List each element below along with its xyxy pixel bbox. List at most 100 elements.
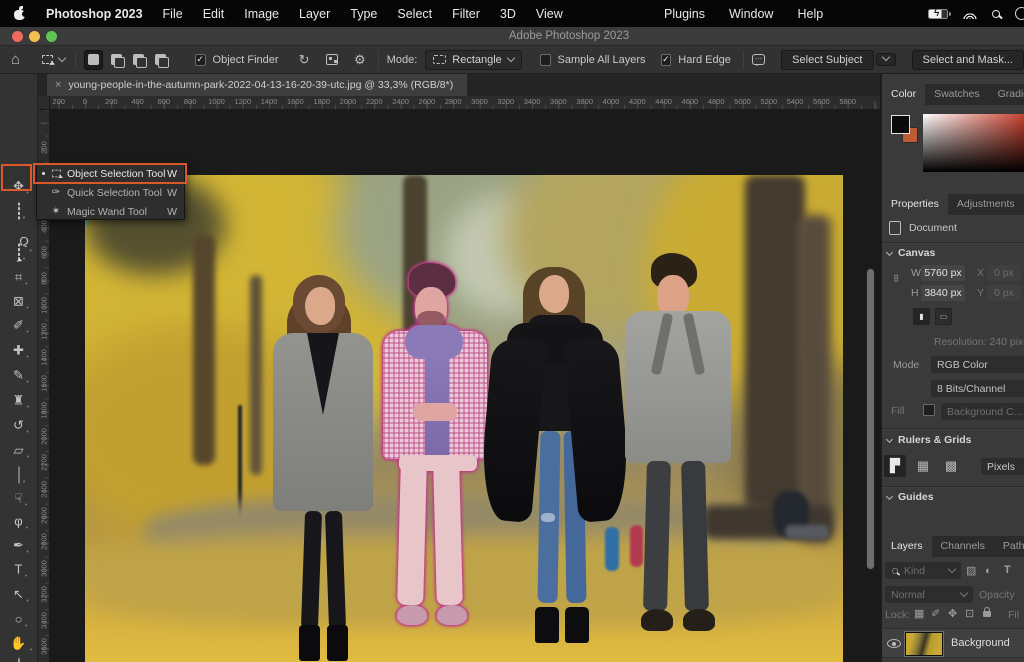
move-tool[interactable]: ✥ [13,180,24,193]
color-picker-field[interactable] [923,114,1024,172]
layer-row-background[interactable]: Background [882,628,1024,658]
lock-paint-icon[interactable]: ✐ [931,609,940,620]
link-dimensions-icon[interactable]: ∞ [890,274,902,282]
menu-item-edit[interactable]: Edit [203,7,225,21]
x-field[interactable]: 0 px [987,265,1021,281]
tab-swatches[interactable]: Swatches [925,84,989,105]
tab-layers[interactable]: Layers [882,536,932,557]
select-subject-button[interactable]: Select Subject [781,50,873,70]
menu-item-file[interactable]: File [163,7,183,21]
lock-transparency-icon[interactable]: ▦ [914,609,924,620]
lock-artboard-icon[interactable]: ⊡ [965,609,974,620]
layer-filter-kind-dropdown[interactable]: Kind [885,562,961,579]
intersect-selection-mode-button[interactable] [151,50,170,70]
feedback-icon[interactable]: ⋯ [752,54,765,65]
path-selection-tool[interactable]: ↖ [13,588,24,601]
layer-thumbnail[interactable] [905,632,943,656]
select-subject-dropdown-button[interactable] [876,53,896,66]
eraser-tool[interactable]: ▱ [14,444,24,457]
document-tab[interactable]: × young-people-in-the-autumn-park-2022-0… [47,74,467,96]
width-field[interactable]: 5760 px [921,265,965,281]
menu-item-select[interactable]: Select [397,7,432,21]
wifi-icon[interactable] [963,9,977,19]
minimize-window-button[interactable] [29,31,40,42]
canvas-section-header[interactable]: Canvas [887,247,935,259]
y-field[interactable]: 0 px [987,285,1021,301]
smudge-tool[interactable]: ☟ [15,492,23,505]
rulers-grids-section-header[interactable]: Rulers & Grids [887,434,972,446]
tab-color[interactable]: Color [882,84,925,105]
gear-icon[interactable]: ⚙ [354,53,366,66]
close-tab-icon[interactable]: × [55,79,61,91]
menu-item-view[interactable]: View [536,7,563,21]
object-finder-checkbox[interactable]: ✓ [195,54,206,66]
object-selection-tool[interactable]: ➤ [18,246,20,259]
flyout-item-magic-wand-tool[interactable]: ✶Magic Wand ToolW [37,202,184,221]
menu-item-window[interactable]: Window [729,7,773,21]
foreground-color-swatch[interactable] [891,115,910,134]
fill-dropdown[interactable]: Background C... [941,403,1024,420]
menu-item-type[interactable]: Type [350,7,377,21]
eyedropper-tool[interactable]: ✐ [13,319,24,332]
filter-type-layers-icon[interactable]: T [1004,565,1011,576]
battery-charging-icon[interactable]: ϟ [928,9,948,19]
current-tool-preview[interactable]: ➤ [42,55,65,64]
home-icon[interactable]: ⌂ [11,52,20,67]
filter-image-layers-icon[interactable]: ▨ [966,566,976,577]
rectangular-marquee-tool[interactable] [18,205,20,218]
control-center-icon[interactable] [1015,7,1024,20]
refresh-icon[interactable]: ↻ [299,53,310,66]
toggle-rulers-button[interactable]: ▛ [884,455,906,477]
frame-tool[interactable]: ⊠ [13,295,24,308]
ruler-units-dropdown[interactable]: Pixels [981,458,1024,475]
type-tool[interactable]: T [15,563,23,576]
menu-item-plugins[interactable]: Plugins [664,7,705,21]
menu-item-filter[interactable]: Filter [452,7,480,21]
tab-channels[interactable]: Channels [932,536,994,557]
apple-logo-icon[interactable] [14,7,26,21]
blend-mode-dropdown[interactable]: Normal [885,586,973,603]
tab-paths[interactable]: Paths [994,536,1024,557]
sample-all-layers-checkbox[interactable]: ✓ [540,54,551,66]
subtract-from-selection-mode-button[interactable] [129,50,148,70]
brush-tool[interactable]: ✎ [13,369,24,382]
hard-edge-checkbox[interactable]: ✓ [661,54,672,66]
lock-position-icon[interactable]: ✥ [948,609,957,620]
menu-app-name[interactable]: Photoshop 2023 [46,7,143,21]
shape-tool[interactable]: ○ [15,613,23,626]
new-selection-mode-button[interactable] [84,50,103,70]
zoom-window-button[interactable] [46,31,57,42]
spotlight-search-icon[interactable] [992,10,1000,18]
height-field[interactable]: 3840 px [921,285,965,301]
fill-checkbox[interactable] [923,404,935,416]
lock-all-icon[interactable] [983,611,991,617]
portrait-orientation-button[interactable]: ▮ [913,308,930,325]
pen-tool[interactable]: ✒ [13,539,24,552]
crop-tool[interactable]: ⌗ [15,271,22,284]
layer-visibility-eye-icon[interactable] [887,639,901,648]
hand-tool[interactable]: ✋ [10,637,26,650]
healing-brush-tool[interactable]: ✚ [13,344,24,357]
tab-properties[interactable]: Properties [882,194,948,215]
dodge-tool[interactable]: φ [14,515,22,528]
menu-item-3d[interactable]: 3D [500,7,516,21]
menu-item-layer[interactable]: Layer [299,7,330,21]
toggle-grid-button[interactable]: ▦ [912,455,934,477]
document-canvas[interactable] [85,175,843,662]
tab-adjustments[interactable]: Adjustments [948,194,1024,215]
vertical-scrollbar[interactable] [866,268,875,570]
show-all-objects-icon[interactable] [326,54,338,65]
flyout-item-quick-selection-tool[interactable]: ✑Quick Selection ToolW [37,183,184,202]
menu-item-image[interactable]: Image [244,7,279,21]
clone-stamp-tool[interactable]: ♜ [13,394,25,407]
history-brush-tool[interactable]: ↺ [13,419,24,432]
color-mode-dropdown[interactable]: RGB Color [931,356,1024,373]
close-window-button[interactable] [12,31,23,42]
flyout-item-object-selection-tool[interactable]: ➤Object Selection ToolW [37,164,184,183]
guides-section-header[interactable]: Guides [887,491,934,503]
add-to-selection-mode-button[interactable] [106,50,125,70]
menu-item-help[interactable]: Help [797,7,823,21]
landscape-orientation-button[interactable]: ▭ [935,308,952,325]
select-and-mask-button[interactable]: Select and Mask... [912,50,1024,70]
document-label[interactable]: Document [909,222,957,234]
